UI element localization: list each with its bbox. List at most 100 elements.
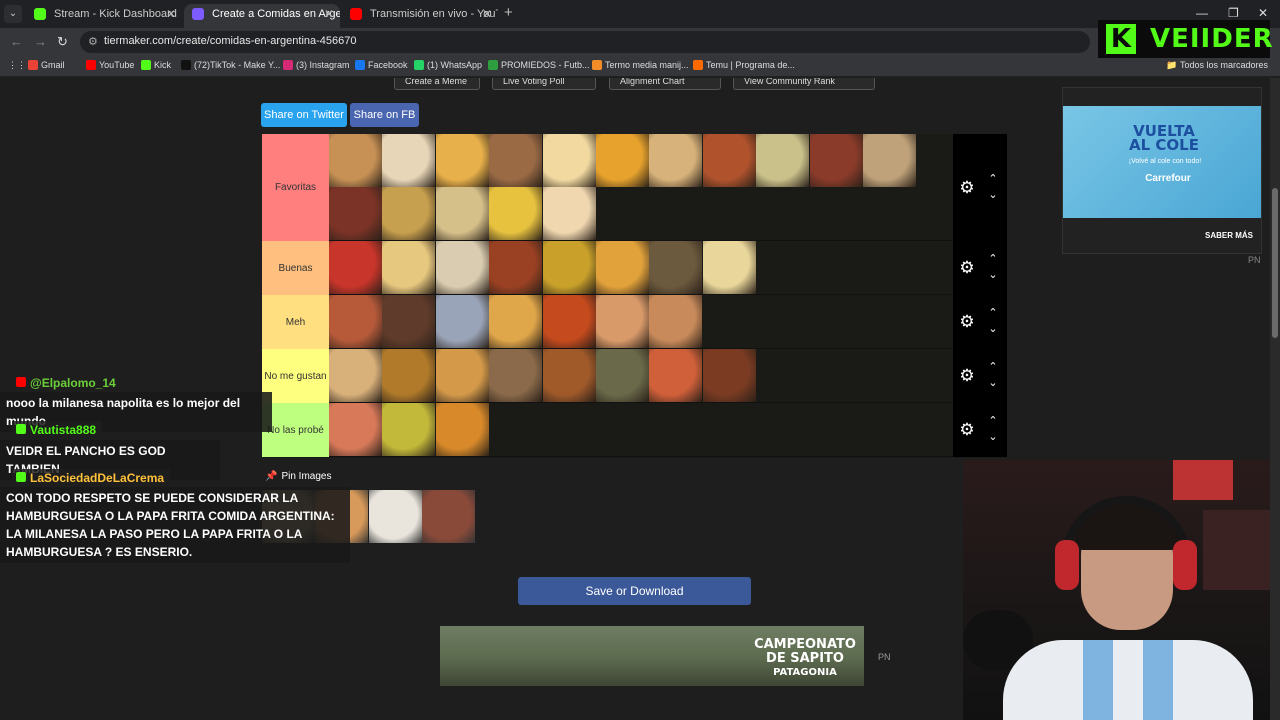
- tab-youtube[interactable]: Transmisión en vivo - YouTube ✕: [342, 4, 498, 28]
- food-image-tile[interactable]: [382, 403, 436, 456]
- pin-images-toggle[interactable]: 📌 Pin Images: [265, 471, 331, 482]
- food-image-tile[interactable]: [596, 241, 649, 294]
- food-image-tile[interactable]: [435, 295, 489, 348]
- food-image-tile[interactable]: [435, 403, 489, 456]
- move-tier-down-icon[interactable]: ⌄: [986, 270, 1000, 281]
- all-bookmarks[interactable]: 📁 Todos los marcadores: [1166, 60, 1268, 71]
- bookmark-item[interactable]: PROMIEDOS - Futb...: [488, 60, 590, 70]
- food-image-tile[interactable]: [596, 134, 649, 187]
- tier-settings-gear-icon[interactable]: ⚙: [958, 367, 976, 385]
- move-tier-down-icon[interactable]: ⌄: [986, 324, 1000, 335]
- bookmark-item[interactable]: Facebook: [355, 60, 408, 70]
- food-image-tile[interactable]: [435, 349, 489, 402]
- close-tab-icon[interactable]: ✕: [166, 4, 176, 24]
- food-image-tile[interactable]: [649, 349, 703, 402]
- food-image-tile[interactable]: [489, 295, 543, 348]
- food-image-tile[interactable]: [542, 187, 596, 241]
- share-twitter-button[interactable]: Share on Twitter: [261, 103, 347, 127]
- food-image-tile[interactable]: [542, 134, 596, 187]
- tab-search-button[interactable]: ⌄: [4, 5, 22, 23]
- food-image-tile[interactable]: [382, 241, 436, 294]
- share-fb-button[interactable]: Share on FB: [350, 103, 419, 127]
- move-tier-down-icon[interactable]: ⌄: [986, 189, 1000, 200]
- back-icon[interactable]: ←: [10, 34, 23, 49]
- bookmark-item[interactable]: (1) WhatsApp: [414, 60, 482, 70]
- food-image-tile[interactable]: [329, 295, 382, 348]
- move-tier-down-icon[interactable]: ⌄: [986, 432, 1000, 443]
- side-ad[interactable]: VUELTA AL COLE ¡Volvé al cole con todo! …: [1062, 87, 1262, 254]
- minimize-icon[interactable]: —: [1196, 6, 1208, 20]
- bookmark-item[interactable]: (72)TikTok - Make Y...: [181, 60, 280, 70]
- food-image-tile[interactable]: [596, 349, 649, 402]
- move-tier-up-icon[interactable]: ⌃: [986, 308, 1000, 319]
- bookmark-item[interactable]: Temu | Programa de...: [693, 60, 795, 70]
- tier-settings-gear-icon[interactable]: ⚙: [958, 259, 976, 277]
- community-rank-button[interactable]: View Community Rank: [733, 78, 875, 90]
- side-ad-cta[interactable]: SABER MÁS: [1205, 231, 1253, 240]
- tier-label[interactable]: Favoritas: [262, 134, 329, 241]
- food-image-tile[interactable]: [435, 241, 489, 294]
- reload-icon[interactable]: ↻: [57, 34, 68, 50]
- bottom-ad-banner[interactable]: CAMPEONATO DE SAPITO PATAGONIA: [440, 626, 864, 686]
- food-image-tile[interactable]: [382, 295, 436, 348]
- alignment-chart-button[interactable]: Alignment Chart: [609, 78, 721, 90]
- bookmark-item[interactable]: Termo media manij...: [592, 60, 689, 70]
- move-tier-up-icon[interactable]: ⌃: [986, 362, 1000, 373]
- food-image-tile[interactable]: [329, 187, 382, 241]
- tier-settings-gear-icon[interactable]: ⚙: [958, 178, 976, 197]
- food-image-tile[interactable]: [382, 187, 436, 241]
- food-image-tile[interactable]: [382, 349, 436, 402]
- food-image-tile[interactable]: [329, 403, 382, 456]
- food-image-tile[interactable]: [809, 134, 863, 187]
- food-image-tile[interactable]: [702, 241, 756, 294]
- food-image-tile[interactable]: [702, 349, 756, 402]
- close-tab-icon[interactable]: ✕: [482, 4, 492, 24]
- move-tier-down-icon[interactable]: ⌄: [986, 378, 1000, 389]
- food-image-tile[interactable]: [329, 241, 382, 294]
- food-image-tile[interactable]: [596, 295, 649, 348]
- bookmark-item[interactable]: Kick: [141, 60, 171, 70]
- food-image-tile[interactable]: [489, 134, 543, 187]
- page-scrollbar[interactable]: [1270, 78, 1280, 720]
- move-tier-up-icon[interactable]: ⌃: [986, 416, 1000, 427]
- food-image-tile[interactable]: [649, 295, 703, 348]
- food-image-tile[interactable]: [863, 134, 916, 187]
- move-tier-up-icon[interactable]: ⌃: [986, 173, 1000, 184]
- food-image-tile[interactable]: [649, 134, 703, 187]
- live-voting-button[interactable]: Live Voting Poll: [492, 78, 596, 90]
- food-image-tile[interactable]: [382, 134, 436, 187]
- tier-label[interactable]: No me gustan: [262, 349, 329, 403]
- food-image-tile[interactable]: [329, 349, 382, 402]
- tab-kick-dashboard[interactable]: Stream - Kick Dashboard ✕: [26, 4, 182, 28]
- food-image-tile[interactable]: [756, 134, 810, 187]
- create-meme-button[interactable]: Create a Meme: [394, 78, 480, 90]
- food-image-tile[interactable]: [649, 241, 703, 294]
- restore-icon[interactable]: ❐: [1228, 6, 1239, 20]
- food-image-tile[interactable]: [329, 134, 382, 187]
- food-image-tile[interactable]: [489, 241, 543, 294]
- forward-icon[interactable]: →: [34, 34, 47, 49]
- tier-label[interactable]: Meh: [262, 295, 329, 349]
- new-tab-icon[interactable]: +: [504, 4, 513, 21]
- food-image-tile[interactable]: [435, 187, 489, 241]
- scrollbar-thumb[interactable]: [1272, 188, 1278, 338]
- food-image-tile[interactable]: [542, 295, 596, 348]
- tier-label[interactable]: No las probé: [262, 403, 329, 457]
- site-info-icon[interactable]: ⚙: [88, 35, 98, 48]
- food-image-tile[interactable]: [542, 241, 596, 294]
- bookmark-item[interactable]: (3) Instagram: [283, 60, 350, 70]
- food-image-tile[interactable]: [435, 134, 489, 187]
- food-image-tile[interactable]: [489, 187, 543, 241]
- apps-icon[interactable]: ⋮⋮: [8, 60, 26, 71]
- tab-tiermaker[interactable]: Create a Comidas en Argentina ✕: [184, 4, 340, 28]
- unranked-image-tile[interactable]: [368, 490, 422, 543]
- tier-settings-gear-icon[interactable]: ⚙: [958, 421, 976, 439]
- bookmark-item[interactable]: Gmail: [28, 60, 65, 70]
- move-tier-up-icon[interactable]: ⌃: [986, 254, 1000, 265]
- tier-label[interactable]: Buenas: [262, 241, 329, 295]
- food-image-tile[interactable]: [489, 349, 543, 402]
- bookmark-item[interactable]: YouTube: [86, 60, 134, 70]
- close-window-icon[interactable]: ✕: [1258, 6, 1268, 20]
- close-tab-icon[interactable]: ✕: [324, 4, 334, 24]
- food-image-tile[interactable]: [542, 349, 596, 402]
